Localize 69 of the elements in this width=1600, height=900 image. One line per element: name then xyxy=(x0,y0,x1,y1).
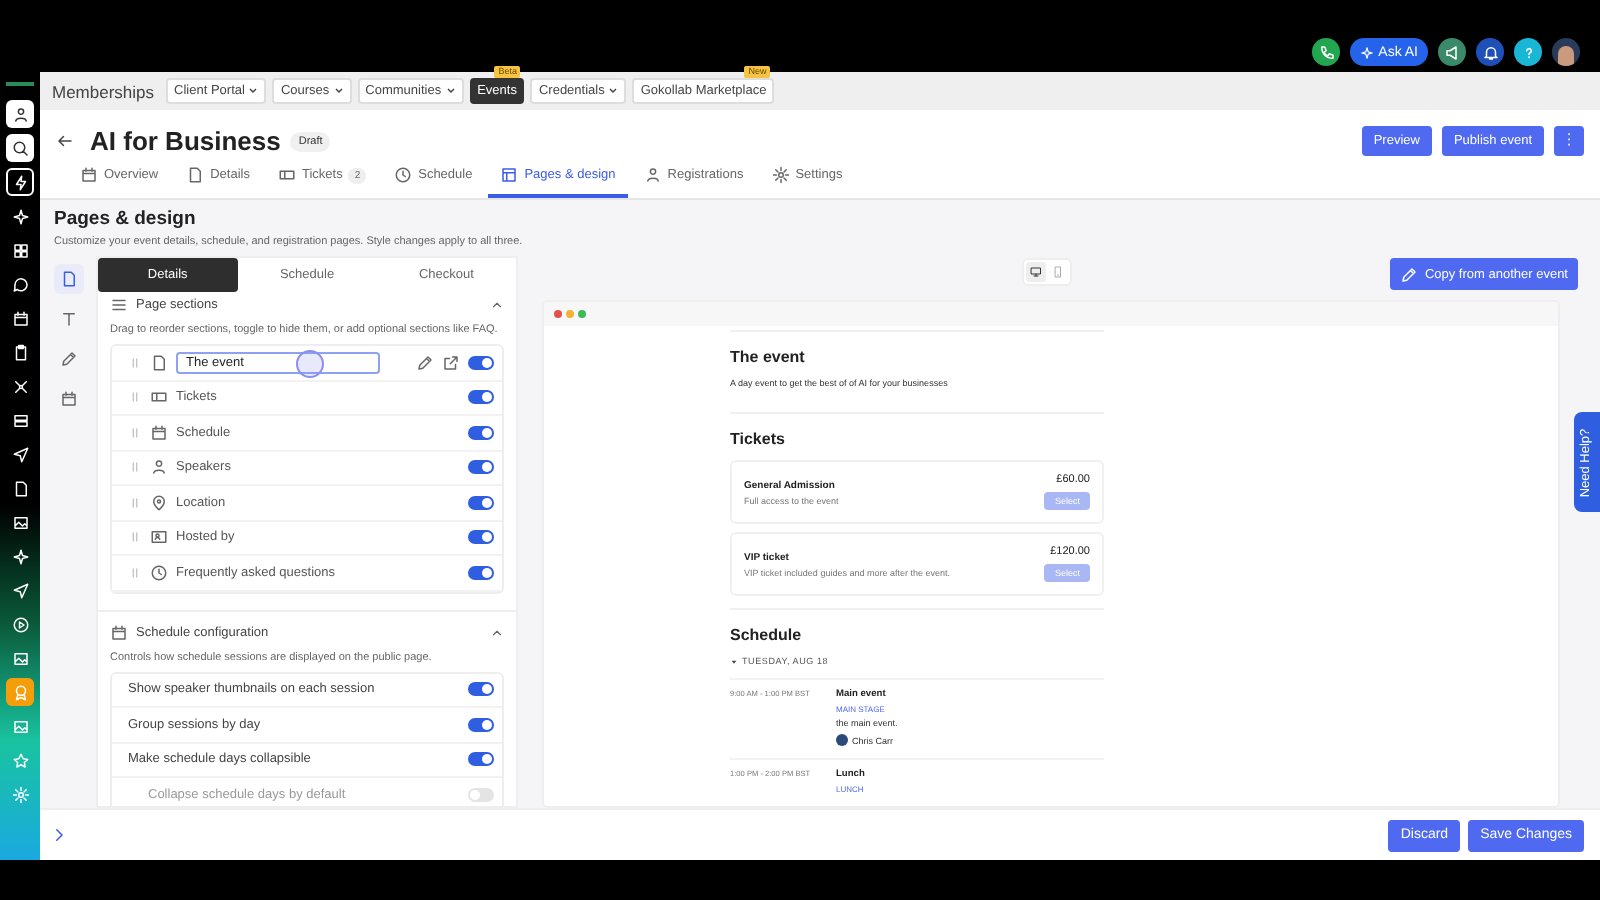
page-title: Pages & design xyxy=(54,208,198,230)
drag-handle-icon xyxy=(128,530,142,545)
maximize-dot-icon xyxy=(578,310,586,318)
document-icon xyxy=(150,353,168,372)
more-options-button[interactable] xyxy=(1554,126,1584,156)
close-dot-icon xyxy=(554,310,562,318)
drag-handle-icon xyxy=(128,460,142,475)
location-pin-icon xyxy=(150,493,168,512)
toggle-switch[interactable] xyxy=(468,355,494,370)
sparkle-icon xyxy=(1360,45,1375,59)
layout-icon xyxy=(500,166,519,184)
ticket-icon xyxy=(150,388,168,407)
id-card-icon xyxy=(150,528,168,547)
document-icon xyxy=(60,270,78,288)
phone-icon[interactable] xyxy=(1312,38,1341,66)
toggle-switch[interactable] xyxy=(468,752,494,767)
toggle-switch[interactable] xyxy=(468,565,494,580)
pencil-icon xyxy=(1400,265,1419,283)
toggle-switch[interactable] xyxy=(468,717,494,732)
minimize-dot-icon xyxy=(566,310,574,318)
toggle-switch[interactable] xyxy=(468,682,494,697)
award-icon[interactable] xyxy=(6,678,34,706)
calendar-icon xyxy=(150,423,168,442)
speaker-avatar xyxy=(836,734,848,746)
section-title: Memberships xyxy=(52,81,155,101)
gear-icon xyxy=(771,166,790,184)
calendar-icon xyxy=(80,166,98,184)
preview-heading: Schedule xyxy=(730,626,804,644)
toggle-switch[interactable] xyxy=(468,460,494,475)
lightning-icon[interactable] xyxy=(6,168,34,196)
drag-handle-icon xyxy=(128,355,142,370)
help-icon[interactable] xyxy=(1514,38,1542,66)
click-indicator-icon xyxy=(296,350,324,378)
monitor-icon xyxy=(1030,266,1042,278)
person-icon xyxy=(150,458,168,477)
preview-heading: Tickets xyxy=(730,430,787,448)
drag-handle-icon xyxy=(128,495,142,510)
clock-icon xyxy=(394,166,413,184)
megaphone-icon[interactable] xyxy=(1438,38,1466,66)
calendar-icon xyxy=(60,390,78,408)
event-title: AI for Business xyxy=(90,126,281,156)
list-icon xyxy=(110,296,128,314)
chevron-right-icon xyxy=(50,826,68,844)
preview-heading: The event xyxy=(730,348,807,366)
toggle-switch[interactable] xyxy=(468,530,494,545)
drag-handle-icon xyxy=(128,425,142,440)
avatar[interactable] xyxy=(1552,38,1580,66)
pencil-icon xyxy=(60,350,78,368)
drag-handle-icon xyxy=(128,565,142,580)
device-button[interactable] xyxy=(1026,262,1046,282)
phone-icon xyxy=(1052,266,1064,278)
document-icon xyxy=(186,166,205,184)
external-link-icon xyxy=(442,353,460,372)
ticket-icon xyxy=(277,166,296,184)
clock-icon xyxy=(150,563,168,582)
tool-button[interactable] xyxy=(54,264,84,294)
toggle-switch[interactable] xyxy=(468,495,494,510)
user-icon[interactable] xyxy=(6,100,34,128)
back-arrow-icon xyxy=(56,132,74,150)
text-icon xyxy=(60,310,78,328)
toggle-switch[interactable] xyxy=(468,390,494,405)
calendar-icon xyxy=(110,623,128,641)
drag-handle-icon xyxy=(128,390,142,405)
toggle-switch[interactable] xyxy=(468,787,494,802)
pencil-icon xyxy=(416,353,434,372)
search-icon[interactable] xyxy=(6,134,34,162)
toggle-switch[interactable] xyxy=(468,425,494,440)
bell-icon[interactable] xyxy=(1476,38,1504,66)
person-icon xyxy=(643,166,662,184)
